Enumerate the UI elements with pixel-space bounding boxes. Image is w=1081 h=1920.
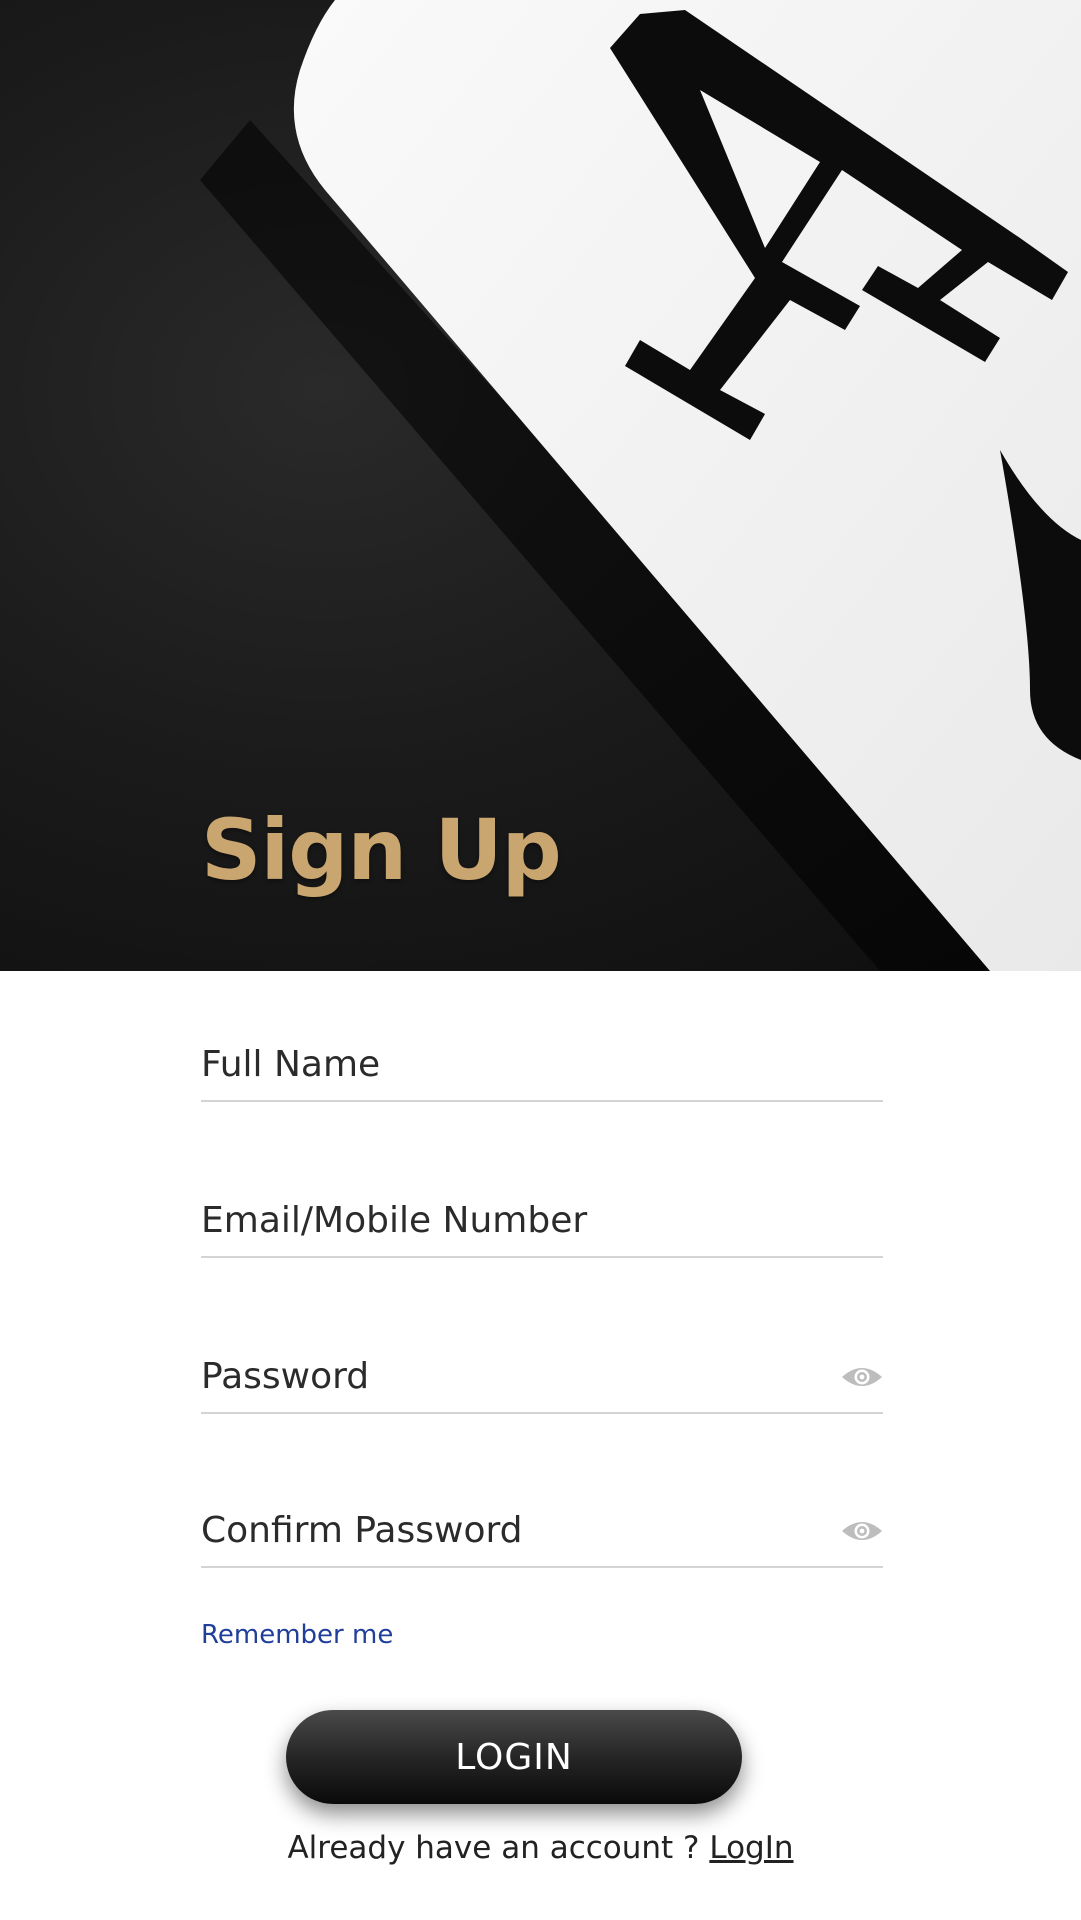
page-title: Sign Up <box>201 801 562 899</box>
hero-image: Sign Up <box>0 0 1081 971</box>
confirm-password-input[interactable] <box>201 1506 801 1554</box>
email-input[interactable] <box>201 1196 801 1244</box>
full-name-input[interactable] <box>201 1040 801 1088</box>
eye-icon[interactable] <box>841 1516 883 1546</box>
remember-me-link[interactable]: Remember me <box>201 1620 393 1650</box>
account-prompt-text: Already have an account ? <box>287 1830 710 1866</box>
login-link[interactable]: LogIn <box>709 1830 793 1866</box>
confirm-password-field <box>201 1506 883 1568</box>
password-field <box>201 1352 883 1414</box>
password-input[interactable] <box>201 1352 801 1400</box>
login-button[interactable]: LOGIN <box>286 1710 742 1804</box>
email-field <box>201 1196 883 1258</box>
eye-icon[interactable] <box>841 1362 883 1392</box>
full-name-field <box>201 1040 883 1102</box>
account-prompt: Already have an account ? LogIn <box>0 1830 1081 1866</box>
